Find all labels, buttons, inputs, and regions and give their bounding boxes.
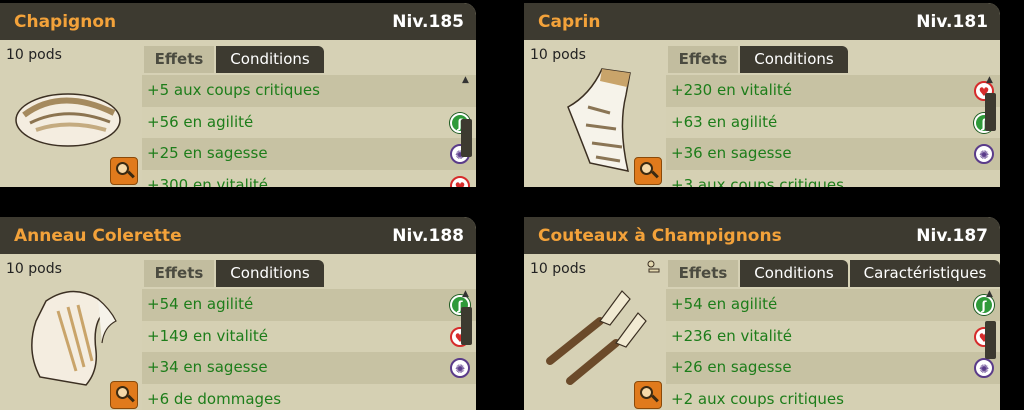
- item-pods: 10 pods: [530, 47, 586, 63]
- effect-row: +26 en sagesse ✺: [666, 352, 1000, 384]
- item-name[interactable]: Anneau Colerette: [14, 226, 182, 246]
- effect-row: +54 en agilité ʃ: [142, 289, 476, 321]
- effect-text: +149 en vitalité: [147, 326, 269, 345]
- effects-list: +54 en agilité ʃ +236 en vitalité ♥ +26 en…: [666, 289, 1000, 410]
- effect-text: +2 aux coups critiques: [671, 389, 844, 408]
- scroll-up-icon[interactable]: ▲: [986, 75, 993, 85]
- item-level: Niv.188: [392, 226, 464, 246]
- effect-row: +149 en vitalité ♥: [142, 320, 476, 352]
- effect-text: +230 en vitalité: [671, 81, 793, 99]
- effect-text: +25 en sagesse: [147, 144, 268, 162]
- effect-row: +34 en sagesse ✺: [142, 352, 476, 384]
- scroll-up-icon[interactable]: ▲: [462, 75, 469, 85]
- effect-text: +54 en agilité: [147, 295, 254, 313]
- effect-row: +2 aux coups critiques: [666, 383, 1000, 410]
- magnifier-button[interactable]: [110, 157, 138, 185]
- pin-icon[interactable]: [644, 259, 662, 277]
- tab-effets[interactable]: Effets: [144, 260, 214, 287]
- effect-row: +25 en sagesse ✺: [142, 138, 476, 170]
- item-name[interactable]: Caprin: [538, 12, 600, 32]
- item-level: Niv.187: [916, 226, 988, 246]
- item-card-chapignon: Chapignon Niv.185 10 pods Effets Conditi…: [0, 3, 476, 187]
- tab-conditions[interactable]: Conditions: [216, 260, 324, 287]
- item-pods: 10 pods: [6, 47, 62, 63]
- tab-conditions[interactable]: Conditions: [740, 46, 848, 73]
- tab-effets[interactable]: Effets: [668, 260, 738, 287]
- effect-text: +34 en sagesse: [147, 358, 268, 376]
- effect-text: +3 aux coups critiques: [671, 175, 844, 188]
- item-name[interactable]: Couteaux à Champignons: [538, 226, 782, 246]
- tab-conditions[interactable]: Conditions: [740, 260, 848, 287]
- effect-text: +54 en agilité: [671, 295, 778, 313]
- item-name[interactable]: Chapignon: [14, 12, 116, 32]
- effect-text: +26 en sagesse: [671, 358, 792, 376]
- scroll-up-icon[interactable]: ▲: [986, 289, 993, 299]
- item-image: [546, 290, 647, 385]
- effect-row: +6 de dommages: [142, 383, 476, 410]
- effect-row: +36 en sagesse ✺: [666, 138, 1000, 170]
- effect-text: +63 en agilité: [671, 112, 778, 131]
- effect-row: +236 en vitalité ♥: [666, 320, 1000, 352]
- effects-list: +5 aux coups critiques +56 en agilité ʃ +…: [142, 75, 476, 187]
- card-header: Couteaux à Champignons Niv.187: [524, 217, 1000, 254]
- magnifier-button[interactable]: [634, 381, 662, 409]
- tab-conditions[interactable]: Conditions: [216, 46, 324, 73]
- card-header: Caprin Niv.181: [524, 3, 1000, 40]
- item-card-couteaux-a-champignons: Couteaux à Champignons Niv.187 10 pods E…: [524, 217, 1000, 410]
- item-level: Niv.181: [916, 12, 988, 32]
- scrollbar[interactable]: ▲ ▼: [460, 289, 474, 410]
- effect-text: +236 en vitalité: [671, 326, 793, 345]
- magnifier-button[interactable]: [634, 157, 662, 185]
- magnifier-button[interactable]: [110, 381, 138, 409]
- effects-list: +54 en agilité ʃ +149 en vitalité ♥ +34 en…: [142, 289, 476, 410]
- effect-row: +3 aux coups critiques: [666, 169, 1000, 188]
- item-card-caprin: Caprin Niv.181 10 pods Effets Conditions…: [524, 3, 1000, 187]
- effect-text: +5 aux coups critiques: [147, 81, 320, 99]
- effect-row: +63 en agilité ʃ: [666, 106, 1000, 138]
- effect-row: +5 aux coups critiques: [142, 75, 476, 107]
- card-header: Anneau Colerette Niv.188: [0, 217, 476, 254]
- scrollbar[interactable]: ▲ ▼: [984, 75, 998, 187]
- effect-text: +56 en agilité: [147, 112, 254, 131]
- card-header: Chapignon Niv.185: [0, 3, 476, 40]
- effect-row: +56 en agilité ʃ: [142, 106, 476, 138]
- item-level: Niv.185: [392, 12, 464, 32]
- effect-text: +6 de dommages: [147, 389, 282, 408]
- tab-caracteristiques[interactable]: Caractéristiques: [850, 260, 1000, 287]
- scroll-thumb[interactable]: [461, 307, 472, 345]
- scroll-up-icon[interactable]: ▲: [462, 289, 469, 299]
- effect-row: +300 en vitalité ♥: [142, 169, 476, 188]
- item-card-anneau-colerette: Anneau Colerette Niv.188 10 pods Effets …: [0, 217, 476, 410]
- item-pods: 10 pods: [530, 261, 586, 277]
- scroll-thumb[interactable]: [985, 321, 996, 359]
- effect-row: +54 en agilité ʃ: [666, 289, 1000, 321]
- effects-list: +230 en vitalité ♥ +63 en agilité ʃ +36 en…: [666, 75, 1000, 187]
- effect-row: +230 en vitalité ♥: [666, 75, 1000, 107]
- scroll-thumb[interactable]: [985, 93, 996, 131]
- tab-effets[interactable]: Effets: [144, 46, 214, 73]
- scrollbar[interactable]: ▲ ▼: [984, 289, 998, 410]
- effect-text: +36 en sagesse: [671, 144, 792, 162]
- item-pods: 10 pods: [6, 261, 62, 277]
- tab-effets[interactable]: Effets: [668, 46, 738, 73]
- scroll-thumb[interactable]: [461, 119, 472, 157]
- effect-text: +300 en vitalité: [147, 175, 269, 188]
- scrollbar[interactable]: ▲ ▼: [460, 75, 474, 187]
- item-image: [31, 290, 117, 386]
